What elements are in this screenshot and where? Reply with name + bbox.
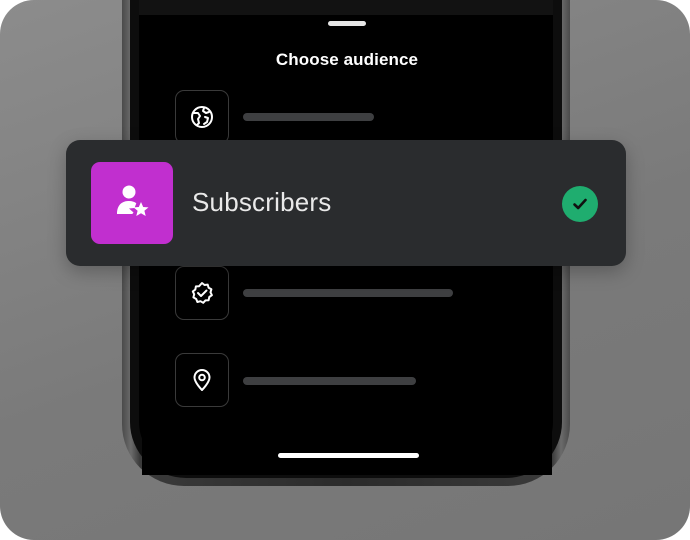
- selected-option-card[interactable]: Subscribers: [66, 140, 626, 266]
- option-verified[interactable]: [175, 266, 229, 320]
- subscriber-star-icon: [112, 181, 152, 226]
- option-globe[interactable]: [175, 90, 229, 144]
- location-pin-icon: [189, 367, 215, 393]
- home-indicator: [278, 453, 419, 458]
- option-label-placeholder: [243, 113, 374, 121]
- sheet-title: Choose audience: [275, 50, 419, 69]
- background-frame: Choose audience Subscribers: [0, 0, 690, 540]
- sheet-grabber[interactable]: [328, 21, 366, 26]
- verified-badge-icon: [189, 280, 215, 306]
- underlying-screen-edge: [139, 0, 553, 15]
- globe-icon: [189, 104, 215, 130]
- subscribers-icon-box: [91, 162, 173, 244]
- option-location[interactable]: [175, 353, 229, 407]
- option-label-placeholder: [243, 377, 416, 385]
- option-label-placeholder: [243, 289, 453, 297]
- selected-option-label: Subscribers: [192, 187, 332, 217]
- selected-check-icon: [562, 186, 598, 222]
